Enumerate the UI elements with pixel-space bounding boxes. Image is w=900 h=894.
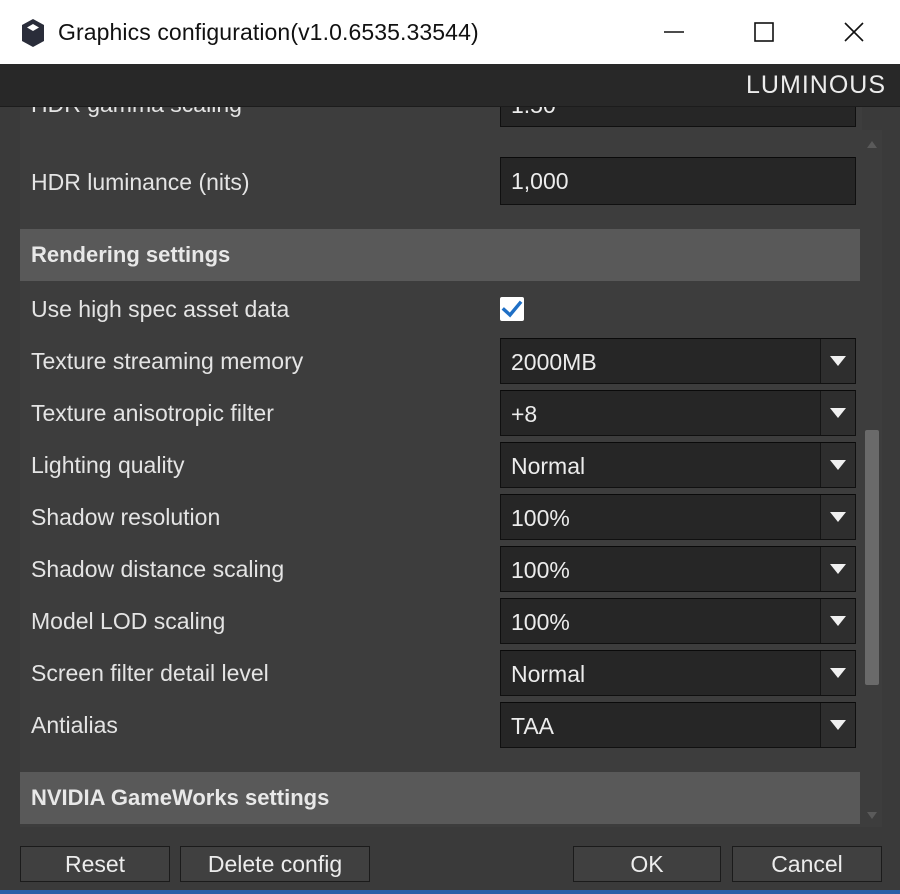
- dropdown-value: 100%: [511, 609, 570, 635]
- scroll-up-icon[interactable]: [866, 138, 878, 150]
- brand-bar: LUMINOUS: [0, 64, 900, 107]
- dropdown-toggle[interactable]: [820, 443, 855, 487]
- setting-row: Screen filter detail level Normal: [20, 648, 862, 698]
- setting-row-hdr-gamma: HDR gamma scaling 1.50: [20, 107, 862, 129]
- setting-label: Screen filter detail level: [31, 660, 269, 686]
- dropdown-toggle[interactable]: [820, 703, 855, 747]
- setting-row: Antialias TAA: [20, 700, 862, 750]
- setting-row: Shadow resolution 100%: [20, 492, 862, 542]
- chevron-down-icon: [830, 616, 846, 626]
- setting-label: Shadow distance scaling: [31, 556, 285, 582]
- window-title: Graphics configuration(v1.0.6535.33544): [58, 19, 479, 45]
- dropdown-toggle[interactable]: [820, 339, 855, 383]
- setting-row: Texture anisotropic filter +8: [20, 388, 862, 438]
- chevron-down-icon: [830, 512, 846, 522]
- section-title: Rendering settings: [31, 242, 231, 267]
- chevron-down-icon: [830, 408, 846, 418]
- high-spec-checkbox[interactable]: [500, 297, 524, 321]
- setting-row-hdr-luminance: HDR luminance (nits) 1,000: [20, 157, 862, 207]
- setting-row-high-spec: Use high spec asset data: [20, 284, 862, 334]
- maximize-button[interactable]: [718, 0, 810, 64]
- minimize-button[interactable]: [628, 0, 720, 64]
- setting-dropdown[interactable]: 100%: [500, 494, 856, 540]
- maximize-icon: [754, 22, 774, 42]
- delete-config-button[interactable]: Delete config: [180, 846, 370, 882]
- field-value: 1.50: [511, 107, 556, 119]
- hdr-gamma-input[interactable]: 1.50: [500, 107, 856, 127]
- section-header-nvidia: NVIDIA GameWorks settings: [20, 772, 860, 824]
- field-value: 1,000: [511, 168, 569, 194]
- setting-dropdown[interactable]: TAA: [500, 702, 856, 748]
- dropdown-toggle[interactable]: [820, 547, 855, 591]
- setting-label: Texture anisotropic filter: [31, 400, 274, 426]
- setting-dropdown[interactable]: 2000MB: [500, 338, 856, 384]
- dropdown-value: +8: [511, 401, 538, 427]
- cancel-button[interactable]: Cancel: [732, 846, 882, 882]
- close-icon: [844, 22, 864, 42]
- taskbar-edge: [0, 890, 900, 894]
- setting-label: Texture streaming memory: [31, 348, 304, 374]
- ok-button[interactable]: OK: [573, 846, 721, 882]
- settings-panel[interactable]: HDR gamma scaling 1.50 HDR luminance (ni…: [20, 107, 862, 827]
- checkmark-icon: [501, 300, 523, 318]
- chevron-down-icon: [830, 720, 846, 730]
- chevron-down-icon: [830, 668, 846, 678]
- dropdown-value: TAA: [511, 713, 555, 739]
- setting-label: HDR luminance (nits): [31, 169, 250, 195]
- dropdown-toggle[interactable]: [820, 495, 855, 539]
- chevron-down-icon: [830, 460, 846, 470]
- close-button[interactable]: [808, 0, 900, 64]
- setting-row: Texture streaming memory 2000MB: [20, 336, 862, 386]
- dropdown-value: Normal: [511, 453, 586, 479]
- setting-label: Lighting quality: [31, 452, 185, 478]
- setting-row: Model LOD scaling 100%: [20, 596, 862, 646]
- dropdown-value: 100%: [511, 557, 570, 583]
- title-bar: Graphics configuration(v1.0.6535.33544): [0, 0, 900, 64]
- scrollbar-thumb[interactable]: [865, 430, 879, 685]
- dropdown-toggle[interactable]: [820, 391, 855, 435]
- minimize-icon: [664, 31, 684, 33]
- setting-dropdown[interactable]: +8: [500, 390, 856, 436]
- setting-dropdown[interactable]: Normal: [500, 442, 856, 488]
- dialog-footer: Reset Delete config OK Cancel: [0, 827, 900, 894]
- dropdown-value: 2000MB: [511, 349, 597, 375]
- scroll-down-icon[interactable]: [866, 810, 878, 822]
- brand-logo: LUMINOUS: [746, 71, 886, 99]
- setting-label: Model LOD scaling: [31, 608, 226, 634]
- chevron-down-icon: [830, 356, 846, 366]
- dropdown-value: Normal: [511, 661, 586, 687]
- setting-dropdown[interactable]: 100%: [500, 598, 856, 644]
- chevron-down-icon: [830, 564, 846, 574]
- setting-label: Use high spec asset data: [31, 296, 290, 322]
- setting-label: Antialias: [31, 712, 118, 738]
- hdr-luminance-input[interactable]: 1,000: [500, 157, 856, 205]
- setting-row: Lighting quality Normal: [20, 440, 862, 490]
- setting-dropdown[interactable]: Normal: [500, 650, 856, 696]
- setting-row: Shadow distance scaling 100%: [20, 544, 862, 594]
- dropdown-value: 100%: [511, 505, 570, 531]
- section-header-rendering: Rendering settings: [20, 229, 860, 281]
- setting-label: HDR gamma scaling: [31, 107, 242, 118]
- setting-dropdown[interactable]: 100%: [500, 546, 856, 592]
- dropdown-toggle[interactable]: [820, 599, 855, 643]
- app-icon: [22, 19, 44, 47]
- setting-label: Shadow resolution: [31, 504, 221, 530]
- section-title: NVIDIA GameWorks settings: [31, 785, 330, 810]
- reset-button[interactable]: Reset: [20, 846, 170, 882]
- dropdown-toggle[interactable]: [820, 651, 855, 695]
- vertical-scrollbar[interactable]: [862, 130, 882, 827]
